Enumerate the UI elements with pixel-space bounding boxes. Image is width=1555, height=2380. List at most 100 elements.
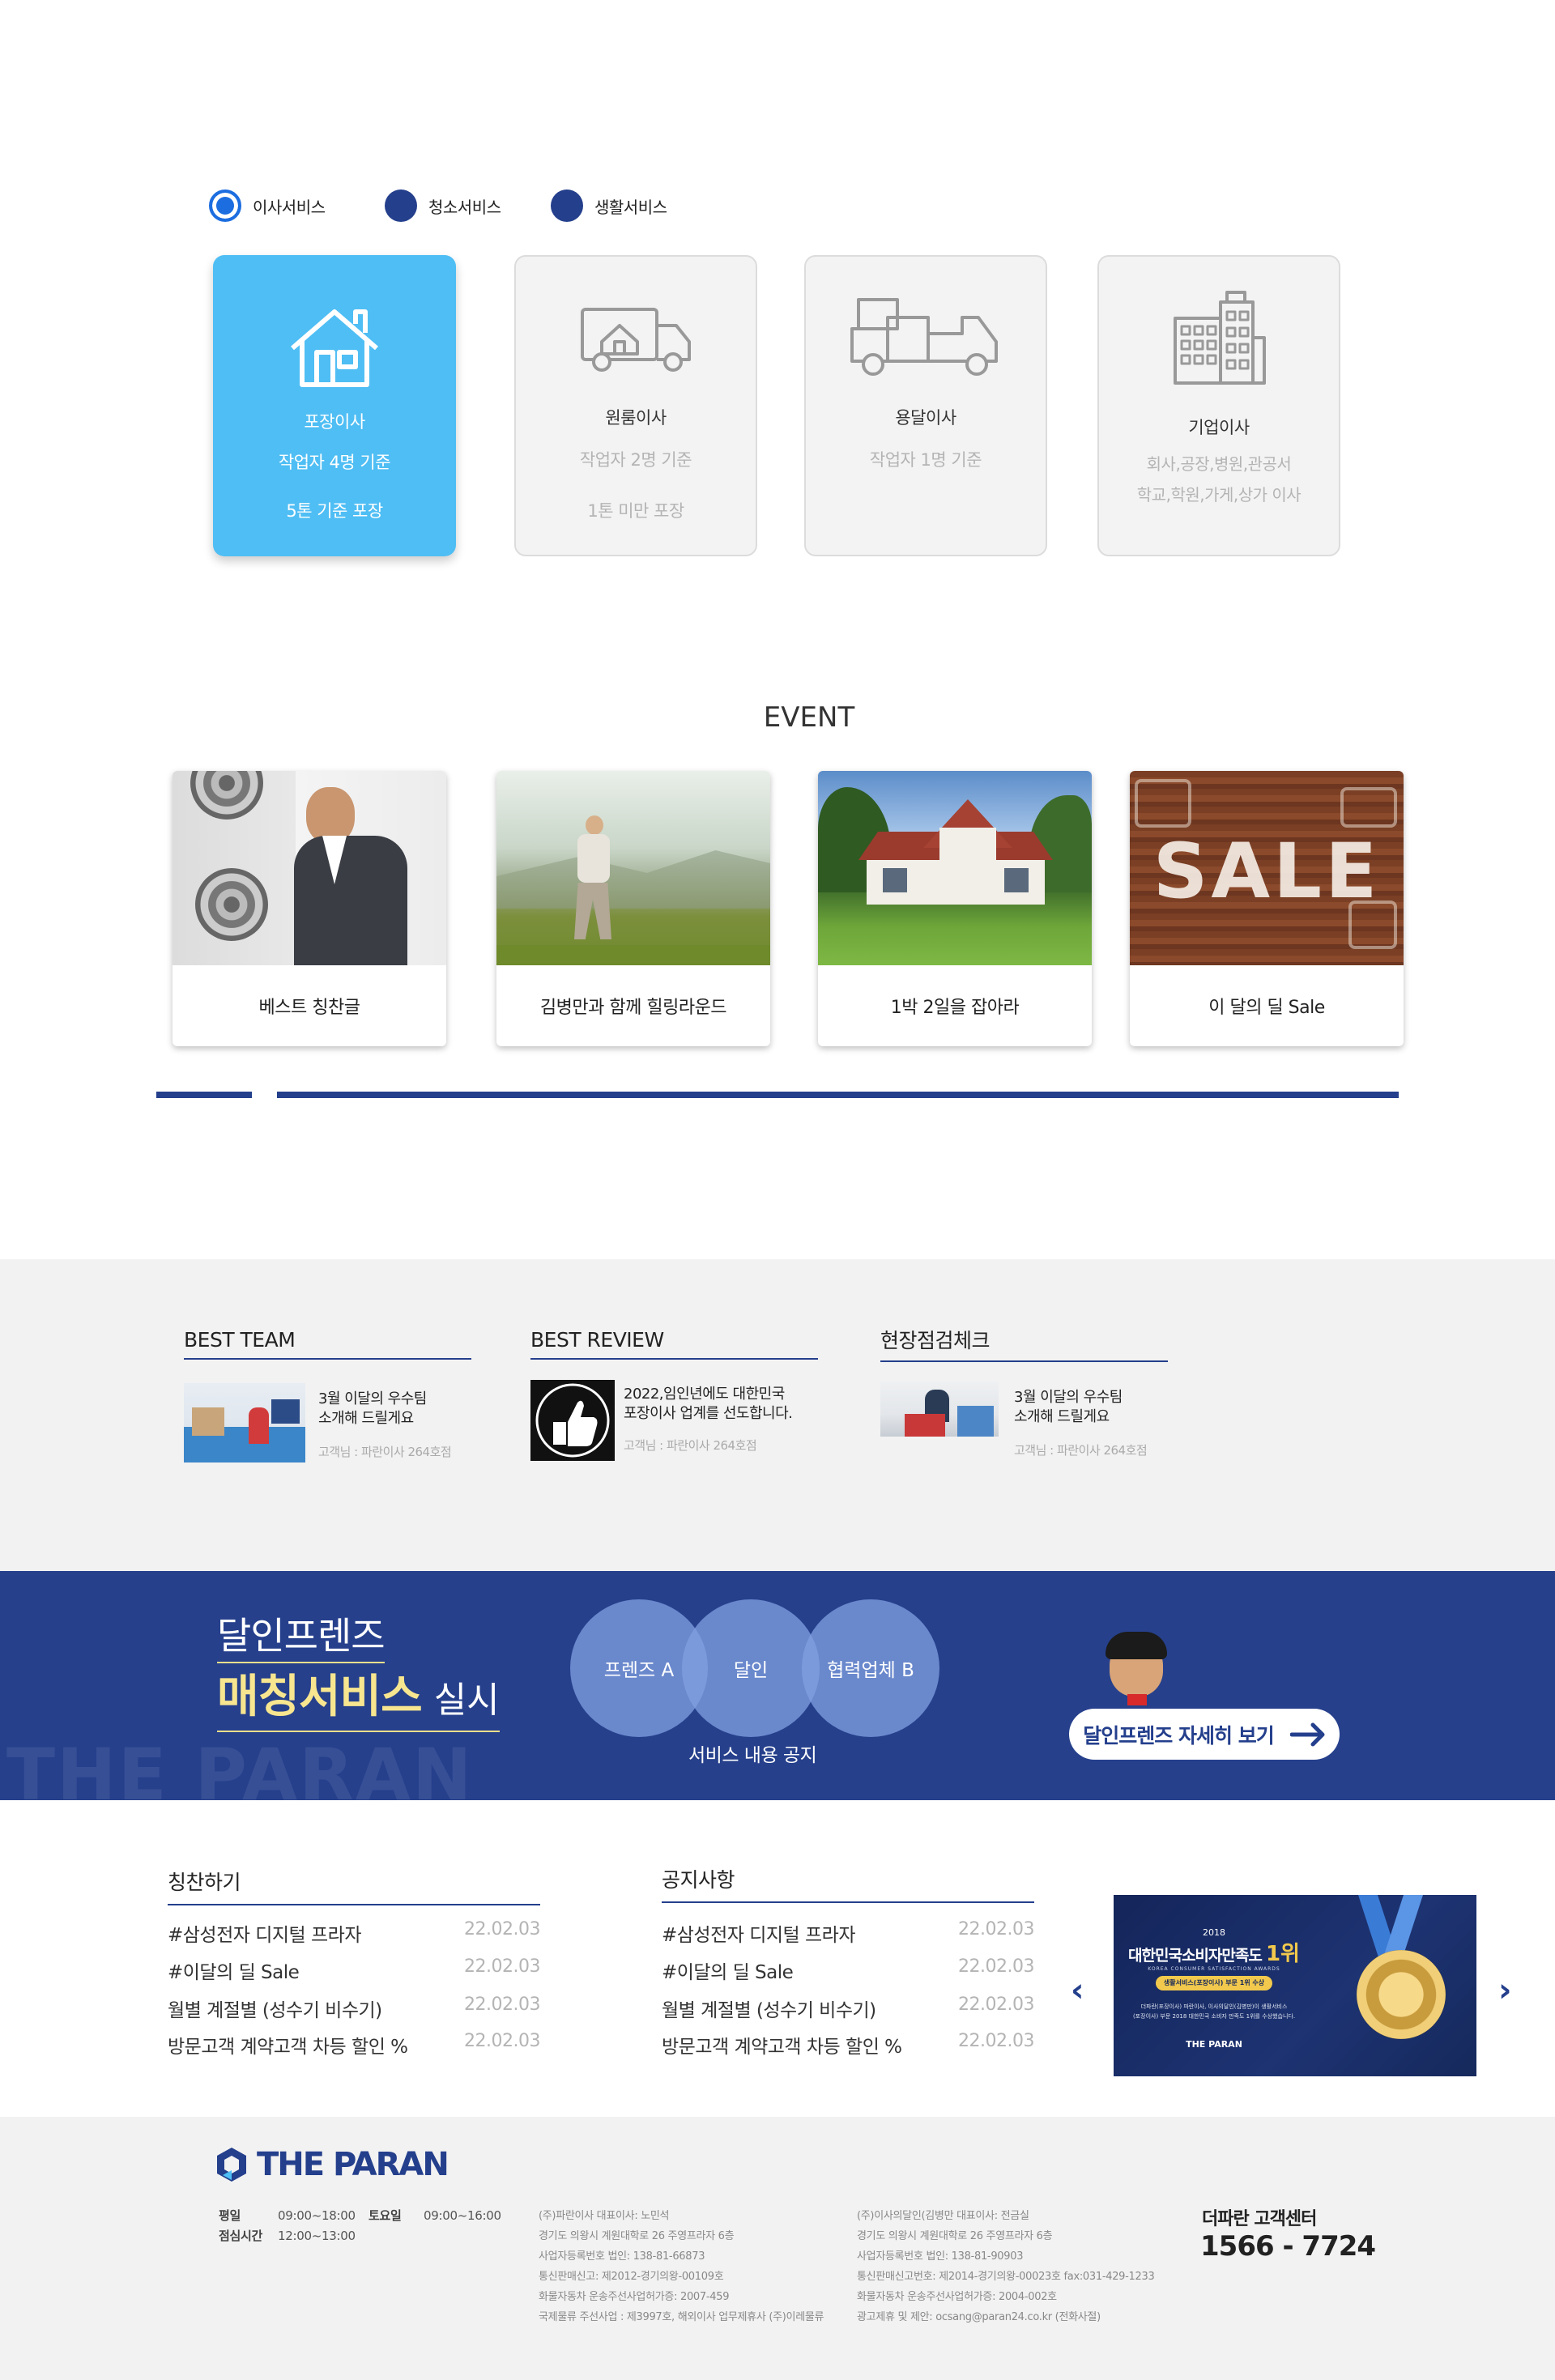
event-caption: 1박 2일을 잡아라 [890,998,1020,1018]
footer-info-line: (주)이사의달인(김병만 대표이사: 전금실 [857,2210,1029,2222]
footer-info-line: (주)파란이사 대표이사: 노민석 [539,2210,670,2222]
office-building-icon [1099,285,1339,390]
best-line2: 소개해 드릴게요 [1014,1408,1110,1425]
tab-cleaning-service[interactable]: 청소서비스 [385,188,501,224]
moving-truck-icon [516,285,756,390]
event-caption: 베스트 칭찬글 [258,998,360,1018]
best-line1: 3월 이달의 우수팀 [1014,1389,1123,1406]
house-icon [213,296,456,401]
event-caption: 이 달의 딜 Sale [1208,998,1325,1018]
best-title: 현장점검체크 [880,1325,1168,1362]
hours-label: 토요일 [369,2208,402,2223]
slider-progress-current[interactable] [156,1092,252,1098]
banner-heading-bold: 매칭서비스 [217,1671,423,1723]
arrow-right-icon [1289,1722,1325,1746]
list-item-title: 월별 계절별 (성수기 비수기) [662,2000,876,2021]
footer-info-line: 통신판매신고: 제2012-경기의왕-00109호 [539,2271,724,2283]
hours-row: 점심시간 12:00~13:00 [219,2226,501,2246]
banner-heading-suffix: 실시 [433,1680,500,1721]
event-image [496,771,770,965]
event-card-best-praise[interactable]: 베스트 칭찬글 [173,771,446,1046]
best-text: 3월 이달의 우수팀소개해 드릴게요 [1014,1388,1176,1427]
medal-icon [1357,1950,1446,2039]
card-line1: 작업자 2명 기준 [579,450,692,470]
event-card-healing-round[interactable]: 김병만과 함께 힐링라운드 [496,771,770,1046]
cs-label: 더파란 고객센터 [1202,2209,1317,2229]
best-line1: 2022,임인년에도 대한민국 [624,1386,785,1403]
event-image: SALE [1130,771,1404,965]
list-item[interactable]: 방문고객 계약고객 차등 할인 % 22.02.03 [168,2031,540,2059]
list-item[interactable]: #삼성전자 디지털 프라자 22.02.03 [662,1919,1034,1947]
award-banner[interactable]: 2018 대한민국소비자만족도 1위 KOREA CONSUMER SATISF… [1114,1895,1476,2076]
award-desc: 더파란(포장이사) 파란이사, 이사의달인(김병만)이 생활서비스 (포장이사) … [1114,2002,1314,2021]
cs-phone[interactable]: 1566 - 7724 [1200,2230,1376,2263]
event-card-1night-2days[interactable]: 1박 2일을 잡아라 [818,771,1092,1046]
chevron-right-icon[interactable]: › [1498,1972,1511,2009]
circle-label: 달인 [733,1660,769,1681]
event-image [173,771,446,965]
circle-master: 달인 [682,1599,820,1737]
list-item-date: 22.02.03 [464,2031,540,2051]
circle-label: 프렌즈 A [603,1660,675,1681]
list-item[interactable]: 방문고객 계약고객 차등 할인 % 22.02.03 [662,2031,1034,2059]
list-item[interactable]: #삼성전자 디지털 프라자 22.02.03 [168,1919,540,1947]
list-item-date: 22.02.03 [958,1956,1034,1977]
card-packing-move[interactable]: 포장이사 작업자 4명 기준 5톤 기준 포장 [213,255,456,556]
card-title: 기업이사 [1188,418,1250,437]
card-line1: 회사,공장,병원,관공서 [1146,454,1292,474]
event-card-monthly-deal[interactable]: SALE 이 달의 딜 Sale [1130,771,1404,1046]
footer-info-line: 사업자등록번호 법인: 138-81-90903 [857,2250,1024,2263]
event-image [818,771,1092,965]
best-title: BEST REVIEW [530,1328,818,1360]
hours-value: 09:00~16:00 [424,2208,501,2223]
card-studio-move[interactable]: 원룸이사 작업자 2명 기준 1톤 미만 포장 [514,255,757,556]
friends-detail-button[interactable]: 달인프렌즈 자세히 보기 [1069,1709,1340,1760]
list-item[interactable]: 월별 계절별 (성수기 비수기) 22.02.03 [662,1995,1034,2022]
best-thumbnail [880,1382,999,1437]
banner-watermark: THE PARAN [6,1733,474,1800]
list-item[interactable]: 월별 계절별 (성수기 비수기) 22.02.03 [168,1995,540,2022]
praise-list: 칭찬하기 #삼성전자 디지털 프라자 22.02.03 #이달의 딜 Sale 22… [168,1867,540,2058]
footer-info-line: 통신판매신고번호: 제2014-경기의왕-00023호 fax:031-429-… [857,2271,1155,2283]
best-title: BEST TEAM [184,1328,471,1360]
tab-label: 생활서비스 [594,197,667,217]
footer-info-line: 화물자동차 운송주선사업허가증: 2004-002호 [857,2291,1057,2303]
event-title: EVENT [763,701,855,734]
list-item-title: #삼성전자 디지털 프라자 [662,1925,856,1946]
card-title: 원룸이사 [605,408,667,428]
list-item-date: 22.02.03 [464,1995,540,2015]
list-item-title: #이달의 딜 Sale [662,1962,794,1983]
card-line2: 학교,학원,가게,상가 이사 [1136,485,1302,505]
award-pill: 생활서비스(포장이사) 부문 1위 수상 [1156,1976,1272,1990]
footer-logo[interactable]: THE PARAN [215,2146,449,2183]
chevron-left-icon[interactable]: ‹ [1071,1972,1084,2009]
banner-heading-1: 달인프렌즈 [217,1607,386,1663]
thumbs-up-icon [530,1380,615,1461]
list-item[interactable]: #이달의 딜 Sale 22.02.03 [662,1956,1034,1984]
slider-progress-track[interactable] [277,1092,1399,1098]
tab-living-service[interactable]: 생활서비스 [551,188,667,224]
notice-title: 공지사항 [662,1864,1034,1903]
footer-info-line: 국제물류 주선사업 : 제3997호, 해외이사 업무제휴사 (주)이레물류 [539,2311,824,2323]
footer-info-line: 광고제휴 및 제안: ocsang@paran24.co.kr (전화사절) [857,2311,1101,2323]
best-sub: 고객님 : 파란이사 264호점 [624,1438,757,1453]
list-item[interactable]: #이달의 딜 Sale 22.02.03 [168,1956,540,1984]
list-item-date: 22.02.03 [464,1956,540,1977]
card-line2: 5톤 기준 포장 [286,501,383,521]
best-review[interactable]: BEST REVIEW 2022,임인년에도 대한민국 포장이사 업계를 선도합니… [530,1328,818,1461]
list-item-title: 방문고객 계약고객 차등 할인 % [662,2037,902,2058]
list-item-date: 22.02.03 [958,1995,1034,2015]
footer-info-line: 화물자동차 운송주선사업허가증: 2007-459 [539,2291,730,2303]
list-item-title: #삼성전자 디지털 프라자 [168,1925,362,1946]
card-cargo-move[interactable]: 용달이사 작업자 1명 기준 [804,255,1047,556]
award-desc-line: 더파란(포장이사) 파란이사, 이사의달인(김병만)이 생활서비스 [1140,2003,1288,2010]
tab-moving-service[interactable]: 이사서비스 [209,188,326,224]
footer-company-info-1: (주)파란이사 대표이사: 노민석 경기도 의왕시 계원대학로 26 주영프라자… [539,2206,824,2327]
card-office-move[interactable]: 기업이사 회사,공장,병원,관공서 학교,학원,가게,상가 이사 [1097,255,1340,556]
best-text: 2022,임인년에도 대한민국 포장이사 업계를 선도합니다. [624,1385,818,1424]
best-site-check[interactable]: 현장점검체크 3월 이달의 우수팀 소개해 드릴게요 고객님 : 파란이사 264… [880,1325,1168,1458]
best-team[interactable]: BEST TEAM 3월 이달의 우수팀 소개해 드릴게요 고객님 : 파란이사 … [184,1328,471,1462]
best-thumbnail [184,1383,305,1462]
best-line1: 3월 이달의 우수팀 [318,1390,427,1407]
hours-label: 평일 [219,2208,241,2223]
